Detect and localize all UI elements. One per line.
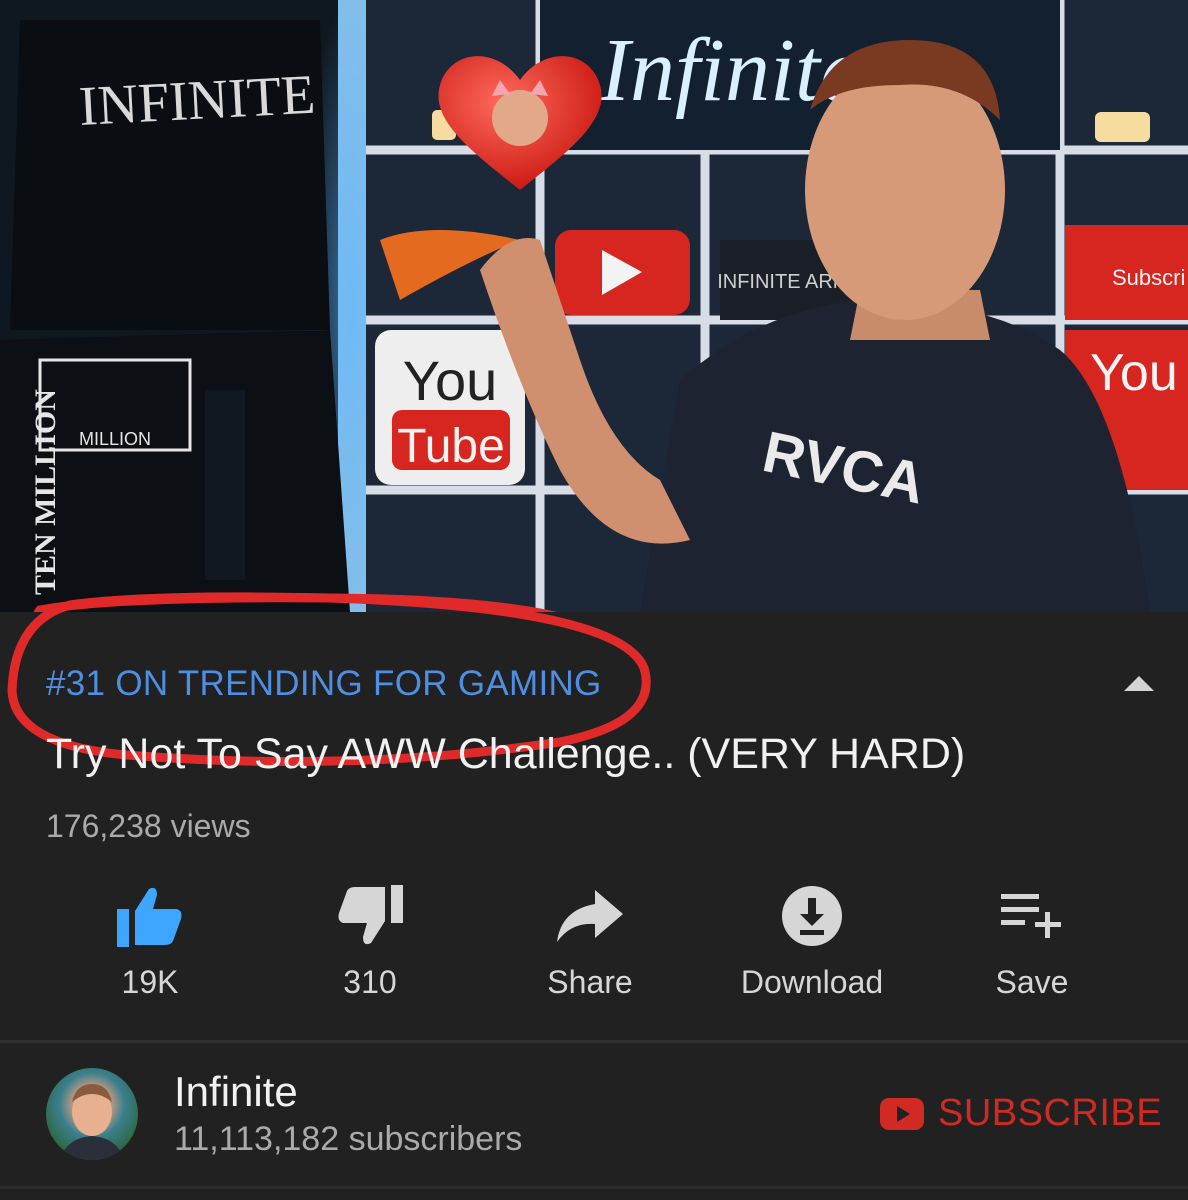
share-button[interactable]: Share [490, 880, 690, 1001]
dislike-button[interactable]: 310 [270, 880, 470, 1001]
share-icon [490, 880, 690, 952]
subscribe-label: SUBSCRIBE [938, 1092, 1163, 1134]
youtube-logo-icon [880, 1097, 924, 1130]
download-button[interactable]: Download [712, 880, 912, 1001]
download-icon [712, 880, 912, 952]
save-label: Save [995, 964, 1069, 1000]
thumbs-up-icon [50, 880, 250, 952]
save-playlist-icon [932, 880, 1132, 952]
annotation-overlay [7, 592, 651, 767]
share-label: Share [547, 964, 633, 1000]
channel-avatar[interactable] [46, 1068, 138, 1160]
subscriber-count: 11,113,182 subscribers [174, 1120, 523, 1158]
view-count: 176,238 views [46, 808, 251, 844]
subscribe-button[interactable]: SUBSCRIBE [880, 1092, 1162, 1135]
download-label: Download [740, 964, 884, 1000]
like-count: 19K [121, 964, 179, 1000]
save-button[interactable]: Save [932, 880, 1132, 1001]
like-button[interactable]: 19K [50, 880, 250, 1001]
divider [0, 1040, 1188, 1043]
thumbs-down-icon [270, 880, 470, 952]
dislike-count: 310 [343, 964, 397, 1000]
collapse-description-icon[interactable] [1124, 676, 1154, 691]
trending-label[interactable]: #31 ON TRENDING FOR GAMING [46, 664, 602, 704]
bottom-divider [0, 1186, 1188, 1189]
video-title: Try Not To Say AWW Challenge.. (VERY HAR… [46, 730, 966, 778]
channel-name[interactable]: Infinite [174, 1068, 298, 1116]
